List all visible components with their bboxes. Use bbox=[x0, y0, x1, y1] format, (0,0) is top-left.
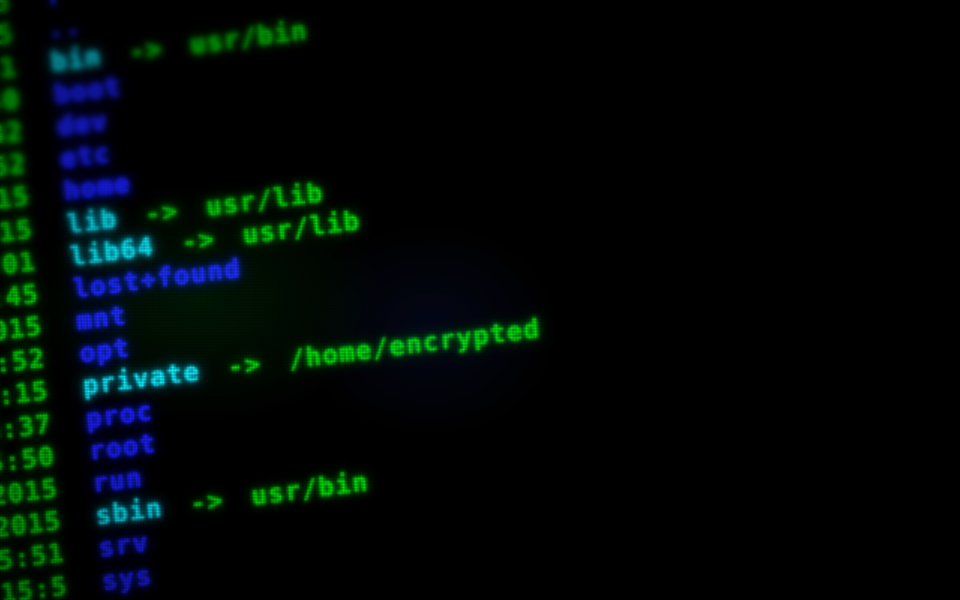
column-gap bbox=[65, 557, 99, 561]
column-gap bbox=[30, 200, 64, 204]
column-gap bbox=[11, 6, 45, 10]
column-gap bbox=[27, 168, 61, 172]
column-gap bbox=[24, 135, 58, 139]
column-gap bbox=[68, 590, 102, 594]
column-gap bbox=[46, 363, 80, 367]
column-gap bbox=[37, 265, 71, 269]
column-gap bbox=[59, 492, 93, 496]
column-gap bbox=[62, 525, 96, 529]
monitor-photo: Sep15:531. Sep15:53.0. Sep2015..19. Sep0… bbox=[0, 0, 960, 600]
column-gap bbox=[53, 428, 87, 432]
directory-listing: Sep15:531. Sep15:53.0. Sep2015..19. Sep0… bbox=[0, 0, 564, 600]
column-gap bbox=[40, 298, 74, 302]
column-gap bbox=[33, 233, 67, 237]
column-gap bbox=[14, 38, 48, 42]
column-gap bbox=[49, 395, 83, 399]
column-gap bbox=[56, 460, 90, 464]
column-gap bbox=[43, 330, 77, 334]
terminal-screen-plane: Sep15:531. Sep15:53.0. Sep2015..19. Sep0… bbox=[0, 0, 960, 600]
column-gap bbox=[21, 103, 55, 107]
entry-name: sys bbox=[100, 559, 154, 596]
entry-name: .. bbox=[46, 9, 83, 45]
column-gap bbox=[18, 71, 52, 75]
